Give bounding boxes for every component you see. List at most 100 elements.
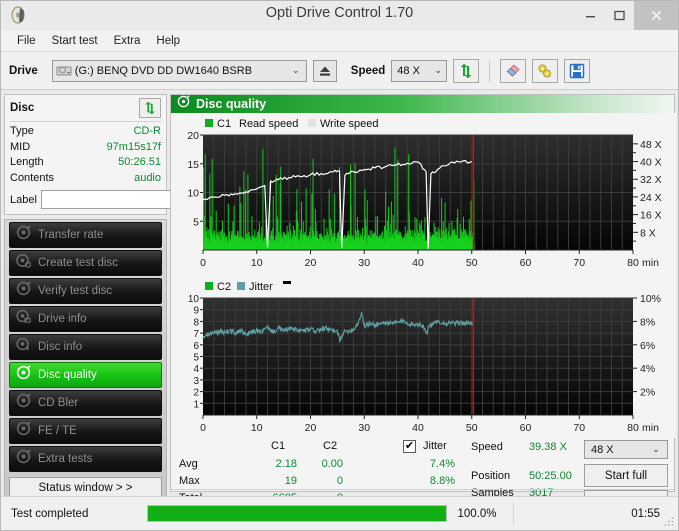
- stats-col-c1: C1: [271, 440, 286, 452]
- sidebar-item-fe-te[interactable]: FE / TE: [9, 418, 162, 444]
- disc-row-length: Length 50:26.51: [10, 155, 161, 171]
- svg-text:24 X: 24 X: [640, 192, 662, 204]
- eject-button[interactable]: [312, 59, 337, 82]
- sidebar-item-cd-bler[interactable]: CD Bler: [9, 390, 162, 416]
- svg-text:9: 9: [193, 306, 199, 317]
- minimize-button[interactable]: [576, 1, 605, 30]
- c1-read-speed-chart[interactable]: C1 Read speed Write speed 5 10 15 20 8 X 16 X 24 …: [171, 113, 676, 278]
- speed-stat-value: 39.38 X: [529, 441, 567, 453]
- menu-item-start-test[interactable]: Start test: [44, 33, 106, 49]
- svg-text:10: 10: [251, 422, 263, 434]
- chevron-down-icon: ⌄: [434, 65, 443, 75]
- stats-avg-jitter: 7.4%: [429, 458, 455, 470]
- svg-text:min: min: [642, 422, 659, 434]
- tools-button[interactable]: [532, 58, 559, 83]
- drive-value: (G:) BENQ DVD DD DW1640 BSRB: [74, 64, 253, 77]
- sidebar-item-disc-quality[interactable]: Disc quality: [9, 362, 162, 388]
- maximize-button[interactable]: [605, 1, 634, 30]
- erase-button[interactable]: [500, 58, 527, 83]
- resize-grip-icon[interactable]: [663, 515, 675, 527]
- test-speed-value: 48 X: [591, 443, 614, 456]
- jitter-checkbox[interactable]: ✔: [403, 440, 416, 453]
- svg-text:4: 4: [193, 364, 199, 375]
- svg-text:15: 15: [187, 159, 199, 171]
- c2-jitter-chart[interactable]: C2 Jitter123456789102%4%6%8%10%0 10 20 30 40 5…: [171, 278, 676, 438]
- window-controls: [576, 1, 678, 30]
- close-button[interactable]: [634, 1, 678, 30]
- speed-stat-label: Speed: [471, 441, 503, 453]
- title-bar: Opti Drive Control 1.70: [1, 1, 678, 30]
- svg-text:16 X: 16 X: [640, 210, 662, 222]
- refresh-button[interactable]: [453, 58, 480, 83]
- disc-row-type: Type CD-R: [10, 124, 161, 140]
- drive-label: Drive: [9, 64, 38, 77]
- svg-text:60: 60: [520, 422, 532, 434]
- save-button[interactable]: [564, 58, 591, 83]
- sidebar-item-label: Drive info: [38, 313, 87, 325]
- disc-quality-icon: [16, 365, 31, 385]
- menu-item-help[interactable]: Help: [148, 33, 188, 49]
- disc-label-label: Label: [10, 193, 37, 206]
- svg-text:1: 1: [193, 399, 199, 410]
- disc-icon: [16, 225, 31, 245]
- speed-select[interactable]: 48 X ⌄: [391, 59, 448, 82]
- svg-text:C2: C2: [217, 281, 231, 293]
- progress-bar: [147, 505, 447, 522]
- position-stat-value: 50:25.00: [529, 470, 572, 482]
- stats-max-c1: 19: [284, 475, 297, 487]
- svg-text:0: 0: [200, 257, 206, 269]
- disc-contents-value: audio: [134, 171, 161, 184]
- disc-icon: [16, 421, 31, 441]
- disc-panel-title: Disc: [10, 102, 35, 114]
- status-separator: [513, 502, 514, 525]
- main-body: Disc Type CD-R MID 97m15s17f Length 50:2…: [1, 92, 678, 513]
- sidebar-item-transfer-rate[interactable]: Transfer rate: [9, 222, 162, 248]
- menu-bar: File Start test Extra Help: [1, 30, 678, 52]
- drive-select[interactable]: (G:) BENQ DVD DD DW1640 BSRB ⌄: [51, 59, 307, 82]
- svg-text:70: 70: [573, 422, 585, 434]
- svg-text:40 X: 40 X: [640, 157, 662, 169]
- svg-text:8%: 8%: [640, 316, 655, 328]
- disc-info-icon: [16, 337, 31, 357]
- disc-contents-label: Contents: [10, 171, 55, 184]
- charts-area: C1 Read speed Write speed 5 10 15 20 8 X 16 X 24 …: [171, 113, 676, 438]
- disc-mid-value: 97m15s17f: [106, 140, 161, 153]
- toolbar-separator: [489, 59, 491, 82]
- sidebar-item-label: Disc info: [38, 341, 83, 353]
- sidebar-item-verify-test-disc[interactable]: Verify test disc: [9, 278, 162, 304]
- test-nav-list: Transfer rate Create test disc Verify te…: [4, 219, 167, 503]
- menu-item-file[interactable]: File: [9, 33, 44, 49]
- sidebar-item-drive-info[interactable]: Drive info: [9, 306, 162, 332]
- disc-quality-title: Disc quality: [196, 97, 267, 111]
- disc-panel-divider: [10, 121, 161, 122]
- svg-text:50: 50: [466, 257, 478, 269]
- stats-col-c2: C2: [323, 440, 338, 452]
- stats-row-avg-label: Avg: [179, 458, 198, 470]
- start-full-button[interactable]: Start full: [584, 464, 668, 487]
- svg-text:min: min: [642, 257, 659, 269]
- disc-type-value: CD-R: [133, 125, 162, 137]
- svg-text:5: 5: [193, 353, 199, 364]
- svg-text:Jitter: Jitter: [249, 281, 273, 293]
- svg-text:40: 40: [412, 422, 424, 434]
- sidebar-item-label: Transfer rate: [38, 229, 104, 241]
- test-speed-select[interactable]: 48 X ⌄: [584, 440, 668, 459]
- svg-text:40: 40: [412, 257, 424, 269]
- svg-text:80: 80: [627, 422, 639, 434]
- disc-quality-icon: [177, 95, 190, 113]
- position-stat-label: Position: [471, 470, 511, 482]
- sidebar-item-extra-tests[interactable]: Extra tests: [9, 446, 162, 472]
- drive-info-icon: [16, 309, 31, 329]
- disc-length-label: Length: [10, 156, 44, 168]
- sidebar-item-label: Disc quality: [38, 369, 97, 381]
- menu-item-extra[interactable]: Extra: [106, 33, 149, 49]
- speed-label: Speed: [350, 64, 386, 77]
- sidebar-item-create-test-disc[interactable]: Create test disc: [9, 250, 162, 276]
- disc-quality-header: Disc quality: [171, 95, 674, 113]
- svg-text:30: 30: [358, 422, 370, 434]
- svg-text:30: 30: [358, 257, 370, 269]
- disc-panel: Disc Type CD-R MID 97m15s17f Length 50:2…: [4, 94, 245, 215]
- drive-icon: [56, 64, 72, 78]
- sidebar-item-disc-info[interactable]: Disc info: [9, 334, 162, 360]
- disc-refresh-button[interactable]: [139, 98, 161, 118]
